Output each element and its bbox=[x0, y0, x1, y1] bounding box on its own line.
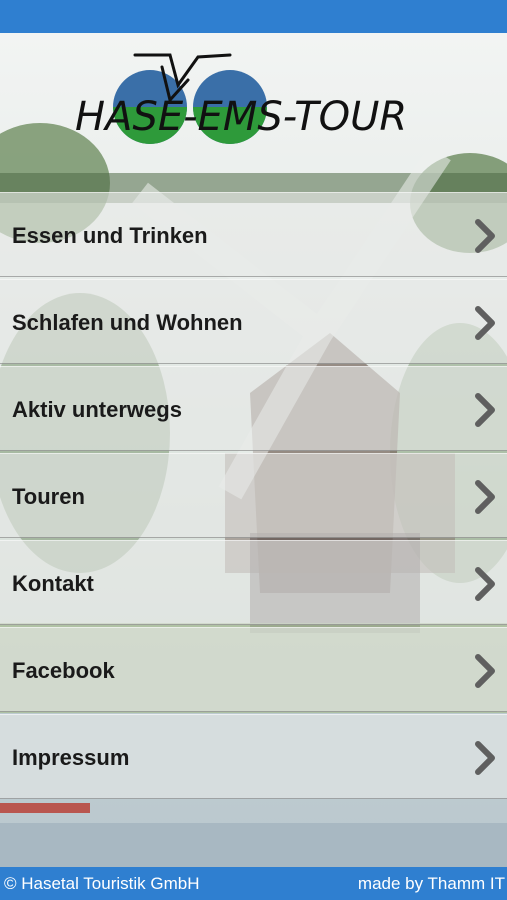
chevron-right-icon bbox=[475, 741, 495, 775]
menu-item-label: Kontakt bbox=[12, 571, 94, 596]
app-logo: HASE-EMS-TOUR bbox=[70, 45, 420, 165]
chevron-right-icon bbox=[475, 306, 495, 340]
menu-item-label: Touren bbox=[12, 484, 85, 509]
menu-item-touren[interactable]: Touren bbox=[0, 453, 507, 538]
chevron-right-icon bbox=[475, 654, 495, 688]
copyright-text: © Hasetal Touristik GmbH bbox=[4, 874, 200, 893]
chevron-right-icon bbox=[475, 567, 495, 601]
main-menu: Essen und Trinken Schlafen und Wohnen Ak… bbox=[0, 192, 507, 801]
status-bar bbox=[0, 0, 507, 33]
logo-text: HASE-EMS-TOUR bbox=[75, 94, 407, 140]
menu-item-label: Schlafen und Wohnen bbox=[12, 310, 243, 335]
menu-item-schlafen-und-wohnen[interactable]: Schlafen und Wohnen bbox=[0, 279, 507, 364]
menu-item-essen-und-trinken[interactable]: Essen und Trinken bbox=[0, 192, 507, 277]
chevron-right-icon bbox=[475, 219, 495, 253]
developer-credit[interactable]: made by Thamm IT bbox=[358, 874, 505, 894]
menu-item-label: Facebook bbox=[12, 658, 115, 683]
chevron-right-icon bbox=[475, 393, 495, 427]
menu-item-label: Essen und Trinken bbox=[12, 223, 208, 248]
menu-item-impressum[interactable]: Impressum bbox=[0, 714, 507, 799]
footer-bar: © Hasetal Touristik GmbH made by Thamm I… bbox=[0, 867, 507, 900]
menu-item-aktiv-unterwegs[interactable]: Aktiv unterwegs bbox=[0, 366, 507, 451]
menu-item-label: Aktiv unterwegs bbox=[12, 397, 182, 422]
menu-item-facebook[interactable]: Facebook bbox=[0, 627, 507, 712]
menu-item-label: Impressum bbox=[12, 745, 130, 770]
chevron-right-icon bbox=[475, 480, 495, 514]
menu-item-kontakt[interactable]: Kontakt bbox=[0, 540, 507, 625]
